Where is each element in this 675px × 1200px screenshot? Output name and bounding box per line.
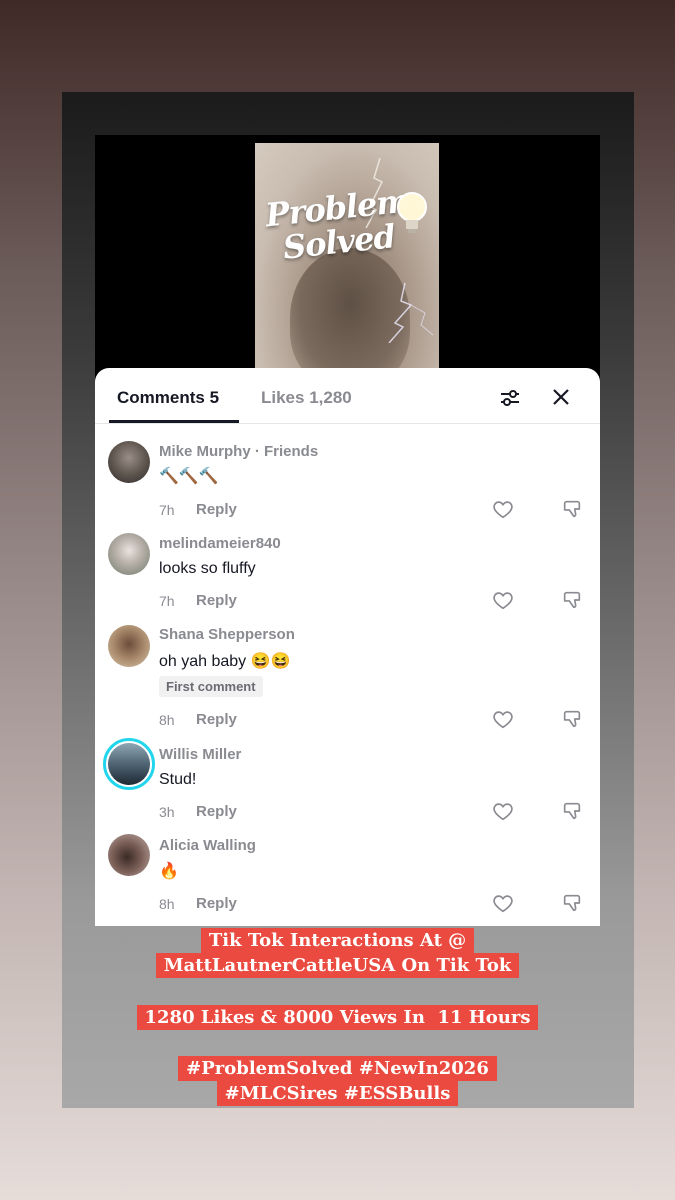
dislike-icon[interactable] bbox=[561, 708, 583, 730]
comment-username[interactable]: Shana Shepperson bbox=[159, 626, 295, 643]
avatar bbox=[108, 743, 150, 785]
comment-item: Shana Shepperson oh yah baby 😆😆 First co… bbox=[95, 624, 600, 734]
reply-button[interactable]: Reply bbox=[196, 895, 237, 912]
first-comment-badge: First comment bbox=[159, 676, 263, 697]
caption-line: MattLautnerCattleUSA On Tik Tok bbox=[0, 953, 675, 978]
lightbulb-icon bbox=[397, 192, 427, 233]
heart-icon[interactable] bbox=[492, 708, 514, 730]
heart-icon[interactable] bbox=[492, 800, 514, 822]
comments-sheet: Comments 5 Likes 1,280 Mike Murphy · Fri… bbox=[95, 368, 600, 926]
reply-button[interactable]: Reply bbox=[196, 803, 237, 820]
caption-text: Tik Tok Interactions At @ bbox=[200, 928, 475, 953]
dislike-icon[interactable] bbox=[561, 800, 583, 822]
avatar[interactable] bbox=[108, 533, 150, 575]
comment-text: oh yah baby 😆😆 bbox=[159, 653, 291, 670]
comment-time: 7h bbox=[159, 593, 175, 609]
caption-line: Tik Tok Interactions At @ bbox=[0, 928, 675, 953]
avatar[interactable] bbox=[108, 834, 150, 876]
brand-logo-text: Problem Solved bbox=[263, 181, 411, 267]
heart-icon[interactable] bbox=[492, 892, 514, 914]
comment-text: 🔨🔨🔨 bbox=[159, 468, 219, 485]
reply-button[interactable]: Reply bbox=[196, 501, 237, 518]
caption-text: 1280 Likes & 8000 Views In 11 Hours bbox=[136, 1005, 539, 1030]
close-icon[interactable] bbox=[550, 386, 572, 408]
comment-username[interactable]: Willis Miller bbox=[159, 746, 241, 763]
comment-time: 7h bbox=[159, 502, 175, 518]
avatar[interactable] bbox=[108, 625, 150, 667]
caption-line: #MLCSires #ESSBulls bbox=[0, 1081, 675, 1106]
comment-text: Stud! bbox=[159, 771, 197, 788]
comment-text: looks so fluffy bbox=[159, 560, 256, 577]
caption-line: 1280 Likes & 8000 Views In 11 Hours bbox=[0, 1005, 675, 1030]
caption-line: #ProblemSolved #NewIn2026 bbox=[0, 1056, 675, 1081]
comment-item: Willis Miller Stud! 3h Reply bbox=[95, 738, 600, 826]
comment-time: 8h bbox=[159, 896, 175, 912]
comment-item: Mike Murphy · Friends 🔨🔨🔨 7h Reply bbox=[95, 440, 600, 526]
heart-icon[interactable] bbox=[492, 589, 514, 611]
comment-time: 3h bbox=[159, 804, 175, 820]
dislike-icon[interactable] bbox=[561, 589, 583, 611]
comment-text: 🔥 bbox=[159, 863, 179, 880]
caption-text: #ProblemSolved #NewIn2026 bbox=[178, 1056, 497, 1081]
caption-text: #MLCSires #ESSBulls bbox=[216, 1081, 459, 1106]
avatar-story-ring[interactable] bbox=[103, 738, 155, 790]
sliders-icon[interactable] bbox=[498, 386, 522, 410]
lightning-graphic bbox=[388, 283, 434, 343]
comment-username[interactable]: Alicia Walling bbox=[159, 837, 256, 854]
avatar[interactable] bbox=[108, 441, 150, 483]
comment-item: melindameier840 looks so fluffy 7h Reply bbox=[95, 532, 600, 618]
tab-likes[interactable]: Likes 1,280 bbox=[261, 388, 352, 408]
caption-text: MattLautnerCattleUSA On Tik Tok bbox=[155, 953, 520, 978]
reply-button[interactable]: Reply bbox=[196, 592, 237, 609]
comment-username[interactable]: Mike Murphy · Friends bbox=[159, 443, 318, 460]
sheet-tabs: Comments 5 Likes 1,280 bbox=[95, 368, 600, 424]
dislike-icon[interactable] bbox=[561, 498, 583, 520]
dislike-icon[interactable] bbox=[561, 892, 583, 914]
comment-item: Alicia Walling 🔥 8h Reply bbox=[95, 834, 600, 924]
comment-time: 8h bbox=[159, 712, 175, 728]
tab-comments[interactable]: Comments 5 bbox=[117, 388, 219, 408]
heart-icon[interactable] bbox=[492, 498, 514, 520]
video-thumbnail[interactable]: Problem Solved bbox=[255, 143, 439, 383]
comment-username[interactable]: melindameier840 bbox=[159, 535, 281, 552]
reply-button[interactable]: Reply bbox=[196, 711, 237, 728]
active-tab-indicator bbox=[109, 420, 239, 423]
